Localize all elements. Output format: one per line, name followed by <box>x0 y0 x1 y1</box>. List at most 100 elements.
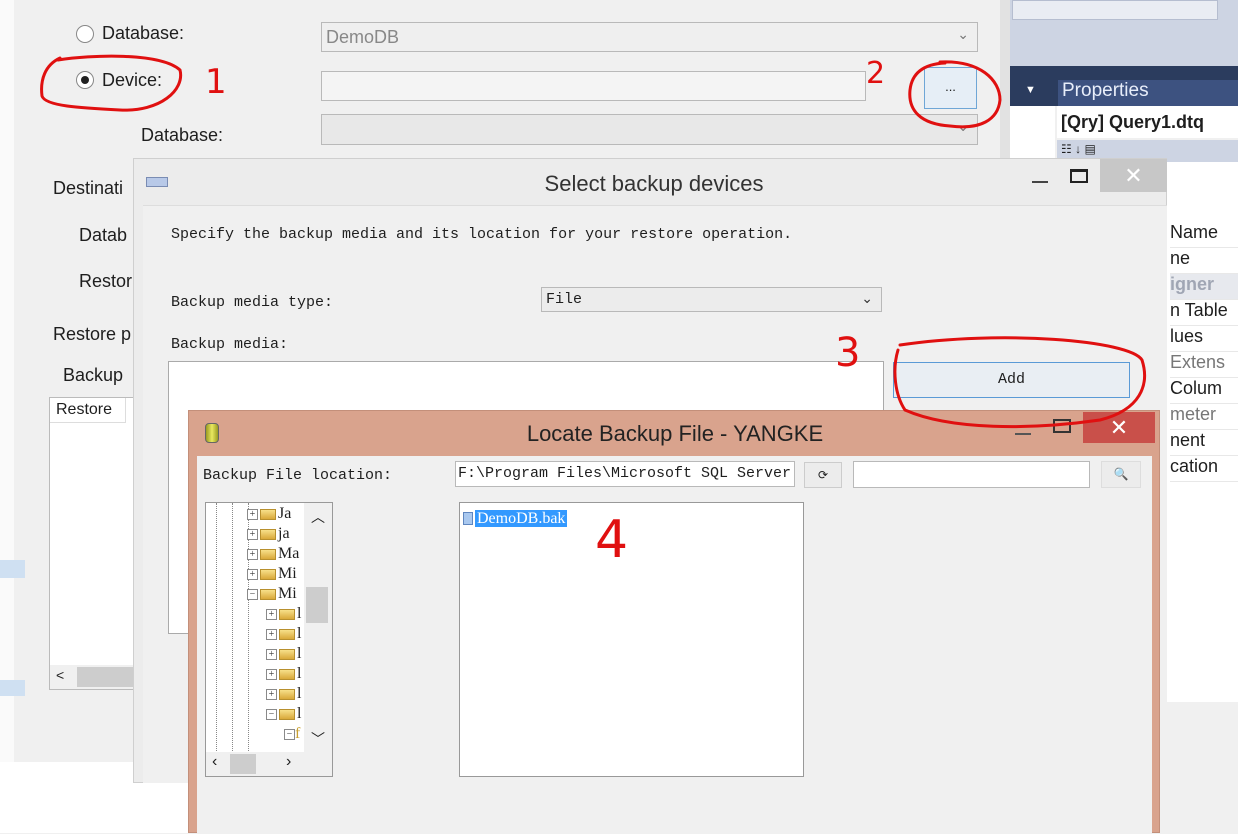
destination-label: Destinati <box>53 178 124 198</box>
scroll-thumb[interactable] <box>230 754 256 774</box>
minimize-button[interactable] <box>1032 181 1048 183</box>
close-button[interactable]: ✕ <box>1100 159 1167 192</box>
properties-title: Properties <box>1058 80 1238 106</box>
property-category[interactable]: igner <box>1170 274 1238 300</box>
left-edge <box>0 0 14 833</box>
tree-item[interactable]: − Mi <box>247 585 297 605</box>
expand-icon[interactable]: + <box>247 528 258 540</box>
property-row[interactable]: n Table <box>1170 300 1238 326</box>
property-row[interactable]: Extens <box>1170 352 1238 378</box>
folder-tree[interactable]: + Ja + ja + Ma + Mi − Mi + l + l + l + l + l − l − f… <box>205 502 333 777</box>
grid-hscrollbar[interactable]: < <box>50 665 138 689</box>
highlight-strip <box>0 680 25 696</box>
scroll-right-icon[interactable]: › <box>286 753 291 771</box>
scroll-up-icon[interactable]: ︿ <box>304 507 332 527</box>
chevron-down-icon: ⌄ <box>957 118 969 134</box>
search-button[interactable]: 🔍 <box>1101 461 1141 488</box>
dialog-title: Select backup devices <box>544 171 764 196</box>
property-row[interactable]: nent <box>1170 430 1238 456</box>
tree-item[interactable]: + l <box>266 605 301 625</box>
scroll-left-icon[interactable]: ‹ <box>212 753 217 771</box>
restore-to-label: Restor <box>79 271 133 291</box>
tree-item[interactable]: − l <box>266 705 301 725</box>
maximize-button[interactable] <box>1070 169 1088 183</box>
tree-item[interactable]: + Mi <box>247 565 297 585</box>
tree-item[interactable]: + l <box>266 685 301 705</box>
folder-icon <box>260 508 276 520</box>
property-row[interactable]: meter <box>1170 404 1238 430</box>
categorized-icon[interactable]: ☷ <box>1061 142 1072 156</box>
folder-icon <box>260 568 276 580</box>
property-row[interactable]: cation <box>1170 456 1238 482</box>
folder-icon <box>279 648 295 660</box>
collapse-icon[interactable]: − <box>247 588 258 600</box>
media-type-label: Backup media type: <box>171 294 334 311</box>
restore-plan-label: Restore p <box>53 324 132 344</box>
backup-sets-grid[interactable]: Restore < <box>49 397 139 690</box>
scroll-thumb[interactable] <box>306 587 328 623</box>
folder-icon <box>260 528 276 540</box>
tree-item[interactable]: + Ja <box>247 505 291 525</box>
tree-item[interactable]: + ja <box>247 525 290 545</box>
chevron-down-icon: ⌄ <box>957 26 969 42</box>
tree-vscrollbar[interactable]: ︿ ﹀ <box>304 503 332 753</box>
expand-icon[interactable]: + <box>266 648 277 660</box>
expand-icon[interactable]: + <box>266 608 277 620</box>
add-button[interactable]: Add <box>893 362 1130 398</box>
properties-object: [Qry] Query1.dtq <box>1057 106 1238 138</box>
grid-header-restore[interactable]: Restore <box>50 398 126 423</box>
collapse-icon[interactable]: − <box>266 708 277 720</box>
collapse-icon[interactable]: − <box>284 728 295 740</box>
highlight-strip <box>0 560 25 578</box>
tree-hscrollbar[interactable]: ‹ › <box>206 752 332 776</box>
maximize-button[interactable] <box>1053 419 1071 433</box>
alphabetical-icon[interactable]: ↓ <box>1075 142 1081 156</box>
refresh-button[interactable]: ⟳ <box>804 462 842 488</box>
tree-item[interactable]: − f <box>284 725 300 745</box>
browse-button[interactable]: ... <box>924 67 977 109</box>
media-type-select[interactable]: File ⌄ <box>541 287 882 312</box>
folder-icon <box>279 628 295 640</box>
instruction-text: Specify the backup media and its locatio… <box>171 226 793 243</box>
backup-sets-label: Backup <box>63 365 124 385</box>
expand-icon[interactable]: + <box>266 628 277 640</box>
close-button[interactable]: ✕ <box>1083 412 1155 443</box>
tree-item[interactable]: + l <box>266 645 301 665</box>
folder-icon <box>279 608 295 620</box>
property-row[interactable]: lues <box>1170 326 1238 352</box>
search-input[interactable] <box>853 461 1090 488</box>
expand-icon[interactable]: + <box>266 688 277 700</box>
folder-icon <box>279 668 295 680</box>
file-item[interactable]: DemoDB.bak <box>463 507 568 528</box>
location-input[interactable]: F:\Program Files\Microsoft SQL Server <box>455 461 795 487</box>
property-row[interactable]: ne <box>1170 248 1238 274</box>
device-database-select[interactable]: ⌄ <box>321 114 978 145</box>
device-input[interactable] <box>321 71 866 101</box>
ide-toolbar-combo[interactable] <box>1012 0 1218 20</box>
device-database-label: Database: <box>141 125 224 145</box>
chevron-down-icon: ⌄ <box>861 292 873 308</box>
file-list[interactable]: DemoDB.bak <box>459 502 804 777</box>
source-database-select[interactable]: DemoDB ⌄ <box>321 22 978 52</box>
tree-item[interactable]: + Ma <box>247 545 299 565</box>
property-pages-icon[interactable]: ▤ <box>1084 142 1095 156</box>
expand-icon[interactable]: + <box>247 508 258 520</box>
annotation-3: 3 <box>835 330 861 376</box>
tree-item[interactable]: + l <box>266 625 301 645</box>
expand-icon[interactable]: + <box>266 668 277 680</box>
folder-icon <box>279 688 295 700</box>
media-label: Backup media: <box>171 336 289 353</box>
search-icon: 🔍 <box>1113 467 1129 481</box>
property-row[interactable]: Name <box>1170 222 1238 248</box>
tree-item[interactable]: + l <box>266 665 301 685</box>
expand-icon[interactable]: + <box>247 548 258 560</box>
scroll-down-icon[interactable]: ﹀ <box>304 729 332 749</box>
property-row[interactable]: Colum <box>1170 378 1238 404</box>
device-radio[interactable] <box>76 71 94 89</box>
minimize-button[interactable] <box>1015 433 1031 435</box>
dropdown-icon[interactable]: ▼ <box>1025 84 1036 96</box>
location-label: Backup File location: <box>203 467 393 484</box>
folder-icon <box>260 548 276 560</box>
database-radio[interactable] <box>76 25 94 43</box>
expand-icon[interactable]: + <box>247 568 258 580</box>
